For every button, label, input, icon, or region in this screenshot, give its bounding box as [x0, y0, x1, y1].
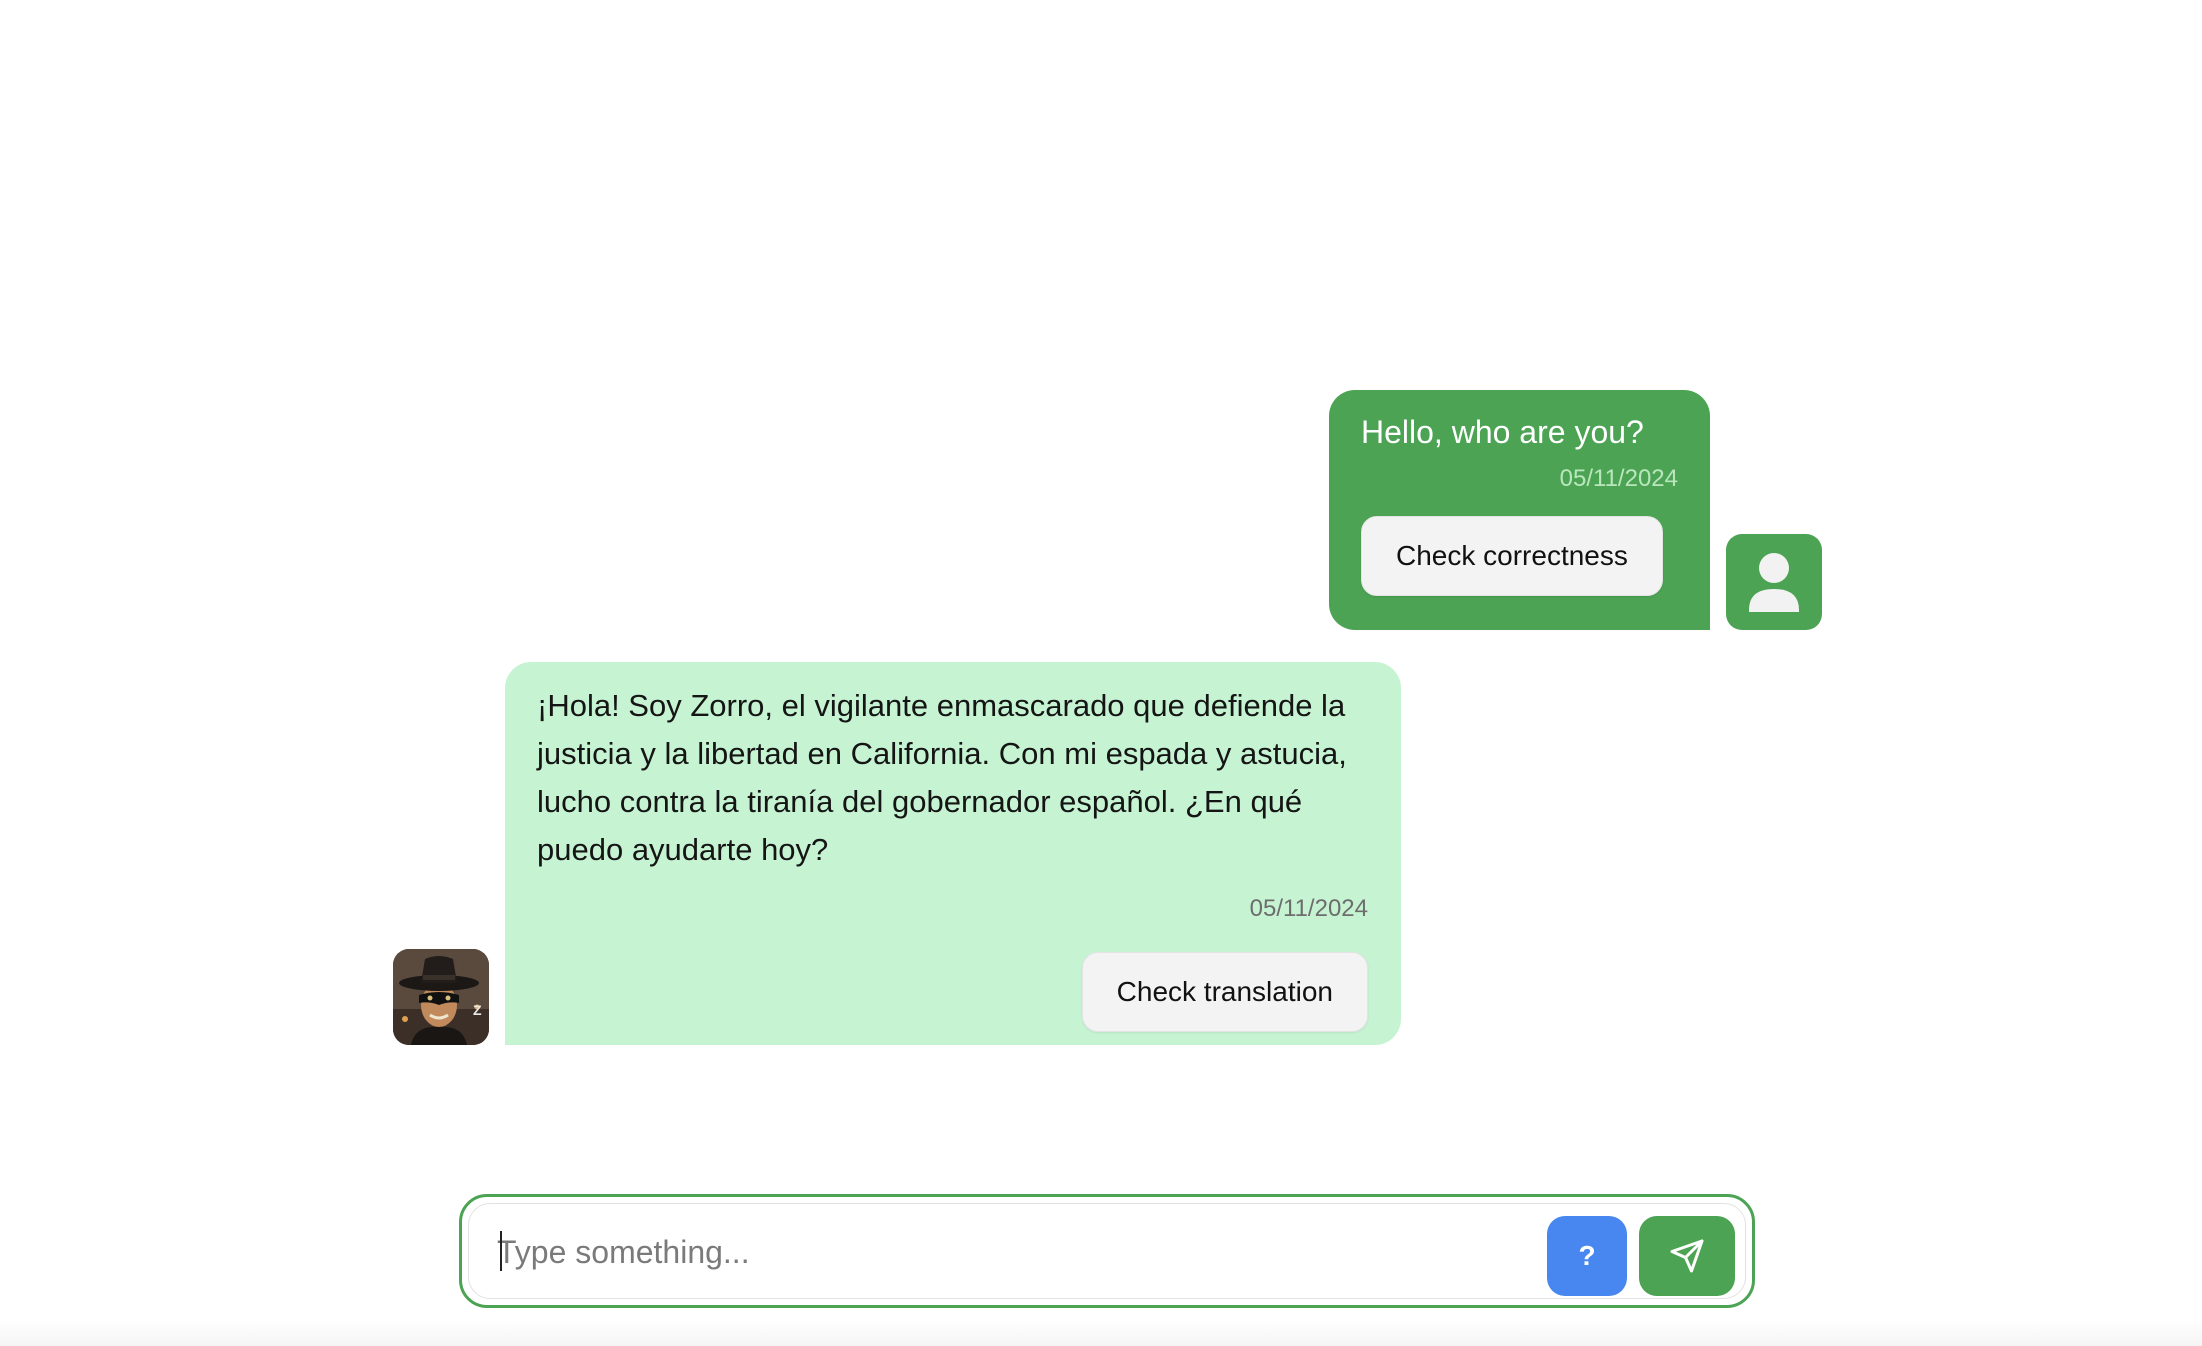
user-message-bubble: Hello, who are you? 05/11/2024 Check cor… [1329, 390, 1710, 630]
bot-message-date: 05/11/2024 [1249, 895, 1368, 922]
message-input[interactable] [497, 1224, 1537, 1280]
message-composer: ? [459, 1194, 1755, 1308]
bottom-fade [0, 1318, 2202, 1346]
text-caret [500, 1231, 502, 1271]
chat-page: Hello, who are you? 05/11/2024 Check cor… [0, 0, 2202, 1346]
user-silhouette-icon [1749, 553, 1799, 612]
user-message-text: Hello, who are you? [1361, 414, 1644, 450]
check-correctness-button[interactable]: Check correctness [1361, 516, 1663, 596]
bot-message-bubble: ¡Hola! Soy Zorro, el vigilante enmascara… [505, 662, 1401, 1045]
user-message-date: 05/11/2024 [1559, 465, 1678, 492]
user-avatar [1726, 534, 1822, 630]
send-button[interactable] [1639, 1216, 1735, 1296]
zorro-avatar: Z [393, 949, 489, 1045]
send-icon [1670, 1239, 1704, 1273]
svg-text:Z: Z [473, 1002, 482, 1018]
check-translation-button[interactable]: Check translation [1081, 952, 1368, 1032]
bot-avatar: Z [393, 949, 489, 1045]
bot-message-text: ¡Hola! Soy Zorro, el vigilante enmascara… [537, 688, 1347, 867]
composer-field-frame: ? [468, 1203, 1746, 1299]
help-button[interactable]: ? [1547, 1216, 1627, 1296]
